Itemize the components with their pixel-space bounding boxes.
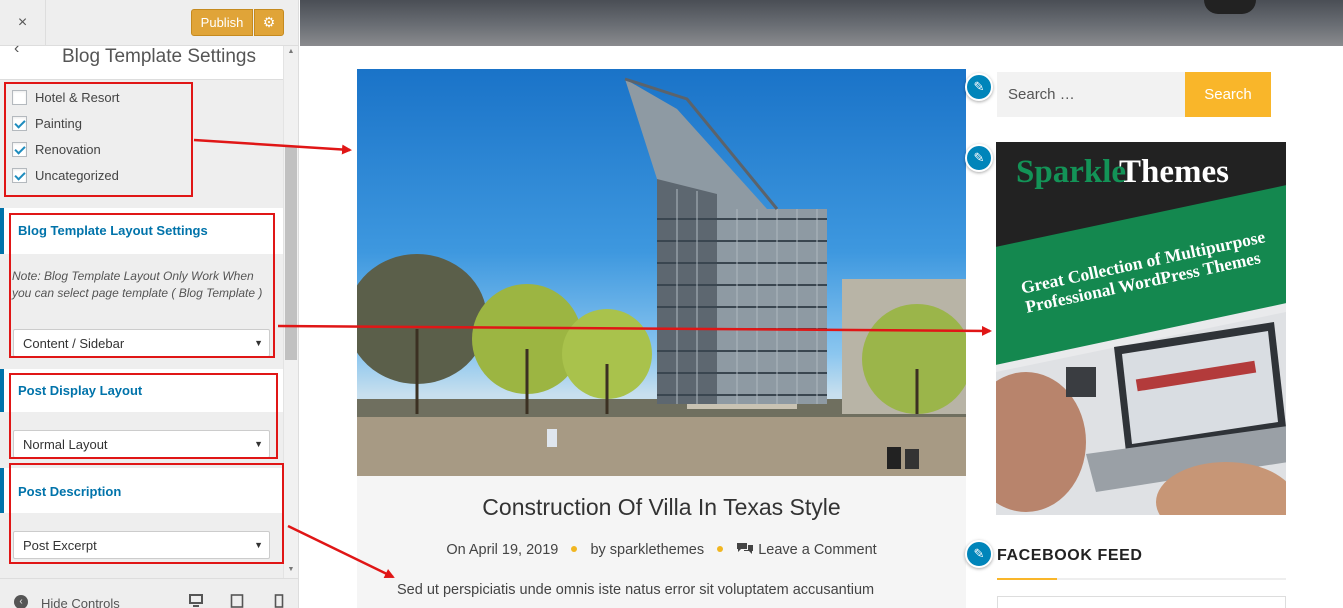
publish-button[interactable]: Publish (191, 9, 253, 36)
hide-controls-button[interactable]: Hide Controls (41, 596, 120, 608)
post-display-title: Post Display Layout (18, 383, 143, 398)
meta-separator (571, 546, 578, 552)
collapse-icon[interactable]: ‹ (14, 595, 28, 608)
tablet-preview-icon[interactable] (230, 594, 244, 608)
category-checkbox[interactable] (12, 167, 27, 183)
meta-separator (717, 546, 724, 552)
category-label: Renovation (35, 141, 101, 157)
date-prefix: On (446, 542, 466, 558)
person (887, 447, 901, 469)
widget-title-accent (997, 578, 1057, 580)
post-description-stripe (0, 468, 4, 513)
author-prefix: by (590, 542, 606, 558)
category-checkbox[interactable] (12, 115, 27, 131)
post-author[interactable]: sparklethemes (610, 542, 704, 558)
category-label: Hotel & Resort (35, 89, 120, 105)
edit-shortcut-search-icon[interactable]: ✎ (965, 73, 993, 101)
edit-shortcut-facebook-icon[interactable]: ✎ (965, 540, 993, 568)
category-item[interactable]: Painting (12, 114, 82, 132)
header-shape (1204, 0, 1256, 14)
building-illustration (357, 77, 966, 476)
layout-settings-value: Content / Sidebar (23, 335, 125, 351)
post-description-select[interactable]: Post Excerpt ▼ (13, 531, 270, 559)
post-date[interactable]: April 19, 2019 (469, 542, 558, 558)
post-display-select[interactable]: Normal Layout ▼ (13, 430, 270, 458)
panel-scrollbar-thumb[interactable] (285, 146, 297, 360)
post-display-stripe (0, 369, 4, 412)
post-description-value: Post Excerpt (23, 537, 97, 553)
chevron-down-icon: ▼ (254, 439, 263, 449)
comments-icon (737, 543, 754, 554)
layout-settings-select[interactable]: Content / Sidebar ▼ (13, 329, 270, 357)
category-checkbox[interactable] (12, 89, 27, 105)
category-label: Uncategorized (35, 167, 119, 183)
post-display-value: Normal Layout (23, 436, 108, 452)
category-item[interactable]: Uncategorized (12, 166, 119, 184)
search-input[interactable]: Search … (997, 72, 1185, 117)
edit-shortcut-ad-icon[interactable]: ✎ (965, 144, 993, 172)
layout-settings-note: Note: Blog Template Layout Only Work Whe… (12, 269, 263, 300)
layout-settings-stripe (0, 208, 4, 254)
sparkle-themes-ad[interactable]: Sparkle Themes Great Collection of Multi… (996, 142, 1286, 515)
post-description-title: Post Description (18, 484, 122, 499)
desktop-preview-icon[interactable] (189, 594, 203, 608)
facebook-feed-title: FACEBOOK FEED (997, 547, 1143, 564)
facebook-feed-box (997, 596, 1286, 608)
person (905, 449, 919, 469)
post-excerpt: Sed ut perspiciatis unde omnis iste natu… (397, 582, 875, 598)
chevron-down-icon: ▼ (254, 338, 263, 348)
back-arrow-icon[interactable]: ‹ (14, 40, 19, 58)
chevron-down-icon: ▼ (254, 540, 263, 550)
section-title-bar: ‹ Blog Template Settings (0, 40, 283, 80)
mobile-preview-icon[interactable] (272, 594, 286, 608)
category-item[interactable]: Renovation (12, 140, 101, 158)
section-title: Blog Template Settings (62, 46, 256, 67)
ad-laptop-image (996, 312, 1286, 515)
category-item[interactable]: Hotel & Resort (12, 88, 120, 106)
plaza-ground (357, 414, 966, 476)
category-checkbox[interactable] (12, 141, 27, 157)
scroll-up-icon[interactable]: ▲ (283, 46, 298, 58)
search-button[interactable]: Search (1185, 72, 1271, 117)
comments-link[interactable]: Leave a Comment (758, 542, 876, 558)
scroll-down-icon[interactable]: ▼ (283, 564, 298, 576)
post-featured-image[interactable] (357, 69, 966, 476)
layout-settings-title: Blog Template Layout Settings (18, 223, 208, 238)
publish-settings-button[interactable]: ⚙ (254, 9, 284, 36)
tower-side (657, 179, 717, 404)
header-background-image (300, 0, 1343, 46)
post-title[interactable]: Construction Of Villa In Texas Style (357, 494, 966, 521)
close-customizer-button[interactable]: × (0, 0, 46, 45)
close-icon: × (17, 13, 28, 31)
customizer-panel: × Publish ⚙ ‹ Blog Template Settings Hot… (0, 0, 299, 608)
gear-icon: ⚙ (262, 14, 276, 30)
category-label: Painting (35, 115, 82, 131)
post-meta: On April 19, 2019 by sparklethemes Leave… (357, 541, 966, 558)
person (547, 429, 557, 447)
